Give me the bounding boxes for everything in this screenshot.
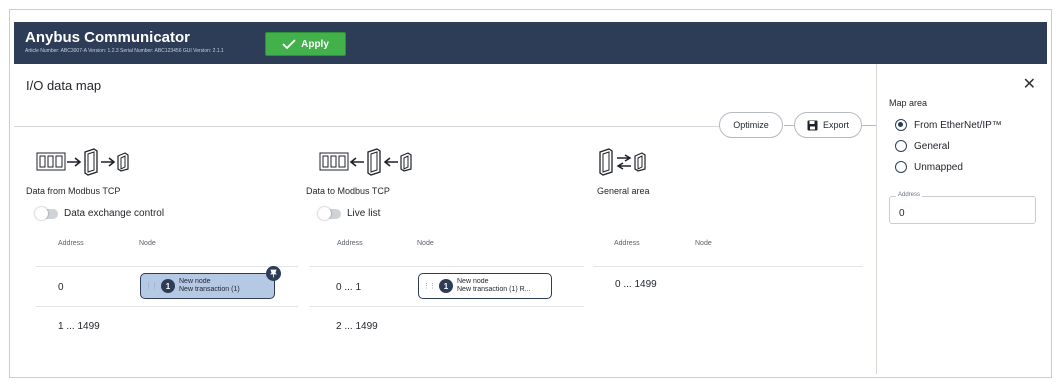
divider [309, 266, 584, 267]
column-general-area: General area Address Node 0 ... 1499 [593, 144, 863, 290]
node-header: Node [417, 240, 434, 247]
device-icon [634, 152, 646, 172]
optimize-button[interactable]: Optimize [719, 112, 783, 138]
node-detail: New transaction (1) [179, 286, 240, 293]
arrow-left-icon [349, 157, 364, 167]
toggle-switch[interactable] [35, 206, 58, 220]
device-icon [117, 152, 129, 172]
divider [36, 306, 298, 307]
app-subtitle: Article Number: ABC3007-A Version: 1.2.3… [25, 48, 224, 54]
column-title: Data from Modbus TCP [26, 186, 121, 196]
node-text: New node New transaction (1) R... [457, 278, 531, 294]
plc-icon [36, 152, 66, 171]
node-name: New node [179, 278, 211, 285]
drag-handle-icon[interactable]: ⋮⋮ [423, 282, 436, 290]
bidirectional-arrow-icon [616, 154, 632, 170]
node-number: 1 [161, 279, 175, 293]
export-button[interactable]: Export [794, 112, 862, 138]
pin-icon[interactable] [266, 266, 281, 281]
node-chip[interactable]: ⋮⋮ 1 New node New transaction (1) [140, 266, 281, 299]
check-icon [282, 39, 296, 49]
data-exchange-toggle[interactable]: Data exchange control [35, 206, 165, 220]
column-title: General area [597, 186, 650, 196]
radio-label: Unmapped [914, 161, 963, 173]
address-cell: 2 ... 1499 [336, 321, 378, 332]
column-data-to-modbus: Data to Modbus TCP Live list Address Nod… [306, 144, 584, 332]
address-cell: 1 ... 1499 [58, 321, 100, 332]
toggle-label: Live list [347, 208, 381, 219]
divider [862, 125, 876, 126]
address-header: Address [58, 240, 84, 247]
gateway-icon [367, 148, 381, 176]
radio-button[interactable] [895, 161, 907, 173]
address-field-value: 0 [899, 208, 905, 219]
arrow-right-icon [67, 157, 82, 167]
divider [309, 306, 584, 307]
optimize-label: Optimize [733, 120, 769, 130]
drag-handle-icon[interactable]: ⋮⋮ [145, 282, 158, 290]
map-area-panel: ✕ Map area From EtherNet/IP™ General Unm… [876, 64, 1047, 374]
plc-icon [319, 152, 349, 171]
radio-from-ethernet-ip[interactable]: From EtherNet/IP™ [895, 119, 1002, 131]
flow-icons [319, 144, 584, 180]
close-icon[interactable]: ✕ [1023, 74, 1036, 94]
node-text: New node New transaction (1) [179, 278, 240, 294]
address-field-label: Address [896, 192, 923, 198]
map-area-label: Map area [889, 98, 928, 108]
node-header: Node [139, 240, 156, 247]
export-label: Export [822, 120, 849, 130]
column-data-from-modbus: Data from Modbus TCP Data exchange contr… [26, 144, 298, 332]
address-cell: 0 ... 1499 [615, 279, 657, 290]
node-name: New node [457, 278, 489, 285]
node-detail: New transaction (1) R... [457, 286, 531, 293]
device-icon [400, 152, 412, 172]
app-title: Anybus Communicator [25, 29, 191, 46]
page-title: I/O data map [26, 78, 102, 93]
toggle-label: Data exchange control [64, 208, 165, 219]
divider [784, 125, 794, 126]
address-cell: 0 [58, 282, 64, 293]
divider [593, 266, 863, 267]
radio-label: From EtherNet/IP™ [914, 119, 1002, 131]
main-content: I/O data map Optimize Export Data from M… [14, 64, 876, 374]
radio-button[interactable] [895, 140, 907, 152]
apply-label: Apply [301, 38, 329, 50]
address-field[interactable]: Address 0 [889, 192, 1036, 224]
node-chip[interactable]: ⋮⋮ 1 New node New transaction (1) R... [418, 273, 552, 299]
radio-unmapped[interactable]: Unmapped [895, 161, 963, 173]
arrow-right-icon [101, 157, 116, 167]
flow-icons [597, 144, 863, 180]
radio-general[interactable]: General [895, 140, 950, 152]
address-cell: 0 ... 1 [336, 282, 362, 293]
radio-label: General [914, 140, 950, 152]
radio-button[interactable] [895, 119, 907, 131]
toggle-switch[interactable] [318, 206, 341, 220]
node-header: Node [695, 240, 712, 247]
address-header: Address [614, 240, 640, 247]
live-list-toggle[interactable]: Live list [318, 206, 381, 220]
gateway-icon [599, 148, 613, 176]
divider [36, 266, 298, 267]
save-icon [807, 120, 818, 130]
address-header: Address [337, 240, 363, 247]
app-header: Anybus Communicator Article Number: ABC3… [14, 22, 1047, 64]
flow-icons [36, 144, 298, 180]
node-number: 1 [439, 279, 453, 293]
column-title: Data to Modbus TCP [306, 186, 390, 196]
apply-button[interactable]: Apply [265, 32, 346, 56]
divider [14, 126, 726, 127]
arrow-left-icon [383, 157, 398, 167]
gateway-icon [84, 148, 98, 176]
